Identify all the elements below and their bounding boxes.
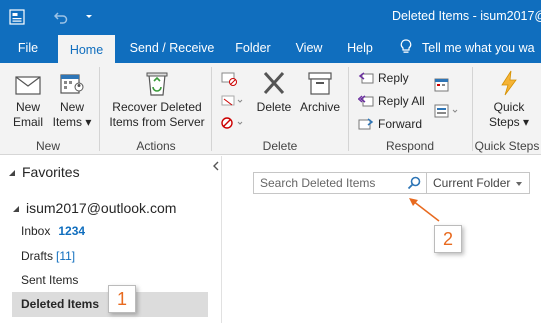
- tab-send-receive[interactable]: Send / Receive: [125, 33, 219, 63]
- tab-folder[interactable]: Folder: [226, 33, 280, 63]
- search-scope-dropdown[interactable]: Current Folder: [426, 173, 529, 193]
- folder-name: Sent Items: [21, 273, 79, 287]
- tell-me-box[interactable]: Tell me what you wa: [400, 33, 535, 63]
- account-label: isum2017@outlook.com: [26, 200, 177, 216]
- delete-label: Delete: [256, 100, 292, 114]
- more-respond-icon[interactable]: [433, 103, 461, 119]
- new-email-label-line2: Email: [12, 115, 43, 129]
- search-bar: Current Folder: [253, 172, 530, 194]
- ribbon-tabs: File Home Send / Receive Folder View Hel…: [0, 33, 541, 63]
- group-label-new: New: [35, 139, 60, 153]
- quick-steps-button[interactable]: Quick Steps ▾: [484, 69, 534, 130]
- reply-all-button[interactable]: Reply All: [358, 94, 425, 108]
- folder-name: Deleted Items: [21, 297, 100, 311]
- quick-steps-label-line1: Quick: [493, 100, 525, 114]
- recover-deleted-items-button[interactable]: Recover Deleted Items from Server: [108, 69, 206, 130]
- forward-label: Forward: [378, 117, 423, 131]
- new-items-label-line1: New: [59, 100, 84, 114]
- search-input[interactable]: [254, 173, 402, 193]
- quick-steps-label-line2: Steps ▾: [488, 115, 530, 129]
- search-scope-label: Current Folder: [433, 176, 511, 190]
- reply-button[interactable]: Reply: [358, 71, 409, 85]
- ribbon-separator: [211, 67, 212, 151]
- tell-me-label: Tell me what you wa: [422, 41, 535, 55]
- folder-sent-items[interactable]: Sent Items: [21, 273, 78, 287]
- delete-x-icon: [263, 71, 285, 95]
- folder-drafts[interactable]: Drafts [11]: [21, 249, 75, 263]
- archive-icon: [308, 72, 332, 95]
- folder-deleted-items[interactable]: Deleted Items: [21, 297, 99, 311]
- new-email-icon: [15, 76, 41, 95]
- unread-count: 1234: [58, 224, 86, 238]
- account-header[interactable]: isum2017@outlook.com: [12, 200, 176, 216]
- clean-up-icon[interactable]: [220, 93, 244, 109]
- new-email-button[interactable]: New Email: [6, 69, 50, 130]
- ignore-icon[interactable]: [220, 71, 238, 87]
- collapse-triangle-icon: [8, 164, 16, 180]
- group-label-respond: Respond: [385, 139, 435, 153]
- meeting-icon[interactable]: [433, 77, 451, 93]
- favorites-header[interactable]: Favorites: [8, 164, 80, 180]
- collapse-pane-icon[interactable]: [212, 160, 220, 174]
- window-title: Deleted Items - isum2017@o: [392, 9, 541, 23]
- folder-inbox[interactable]: Inbox 1234: [21, 224, 85, 238]
- undo-icon[interactable]: [52, 8, 70, 26]
- reply-label: Reply: [378, 71, 409, 85]
- lightning-icon: [501, 70, 517, 96]
- search-icon[interactable]: [402, 173, 426, 193]
- junk-icon[interactable]: [220, 115, 244, 131]
- draft-count: [11]: [56, 249, 76, 263]
- favorites-label: Favorites: [22, 164, 80, 180]
- forward-icon: [358, 118, 374, 130]
- new-items-button[interactable]: New Items ▾: [50, 69, 94, 130]
- ribbon-separator: [348, 67, 349, 151]
- new-items-icon: [60, 74, 84, 94]
- ribbon: New Email New Items ▾ New Recover Delete…: [0, 63, 541, 155]
- callout-number-1: 1: [108, 285, 136, 313]
- reply-icon: [358, 72, 374, 84]
- reply-all-label: Reply All: [378, 94, 425, 108]
- new-items-label-line2: Items ▾: [52, 115, 92, 129]
- tab-help[interactable]: Help: [338, 33, 382, 63]
- group-label-quick-steps: Quick Steps: [474, 139, 540, 153]
- new-email-label-line1: New: [15, 100, 40, 114]
- archive-button[interactable]: Archive: [296, 69, 344, 115]
- collapse-triangle-icon: [12, 200, 20, 216]
- callout-number-2: 2: [434, 225, 462, 253]
- group-label-delete: Delete: [262, 139, 298, 153]
- customize-qat-icon[interactable]: [80, 8, 98, 26]
- folder-name: Inbox: [21, 224, 51, 238]
- tab-view[interactable]: View: [287, 33, 331, 63]
- chevron-down-icon: [515, 176, 523, 190]
- tab-file[interactable]: File: [6, 33, 50, 63]
- forward-button[interactable]: Forward: [358, 117, 422, 131]
- title-bar: Deleted Items - isum2017@o: [0, 0, 541, 33]
- tab-home[interactable]: Home: [58, 33, 115, 63]
- recover-label-line2: Items from Server: [109, 115, 205, 129]
- group-label-actions: Actions: [136, 139, 176, 153]
- app-icon[interactable]: [8, 8, 26, 26]
- annotation-arrow: [409, 198, 440, 222]
- reply-all-icon: [358, 95, 374, 107]
- recover-label-line1: Recover Deleted: [112, 100, 202, 114]
- ribbon-separator: [472, 67, 473, 151]
- folder-name: Drafts: [21, 249, 54, 263]
- ribbon-separator: [99, 67, 100, 151]
- lightbulb-icon: [400, 38, 412, 58]
- archive-label: Archive: [299, 100, 340, 114]
- delete-button[interactable]: Delete: [254, 69, 294, 115]
- recycle-bin-icon: [146, 72, 168, 96]
